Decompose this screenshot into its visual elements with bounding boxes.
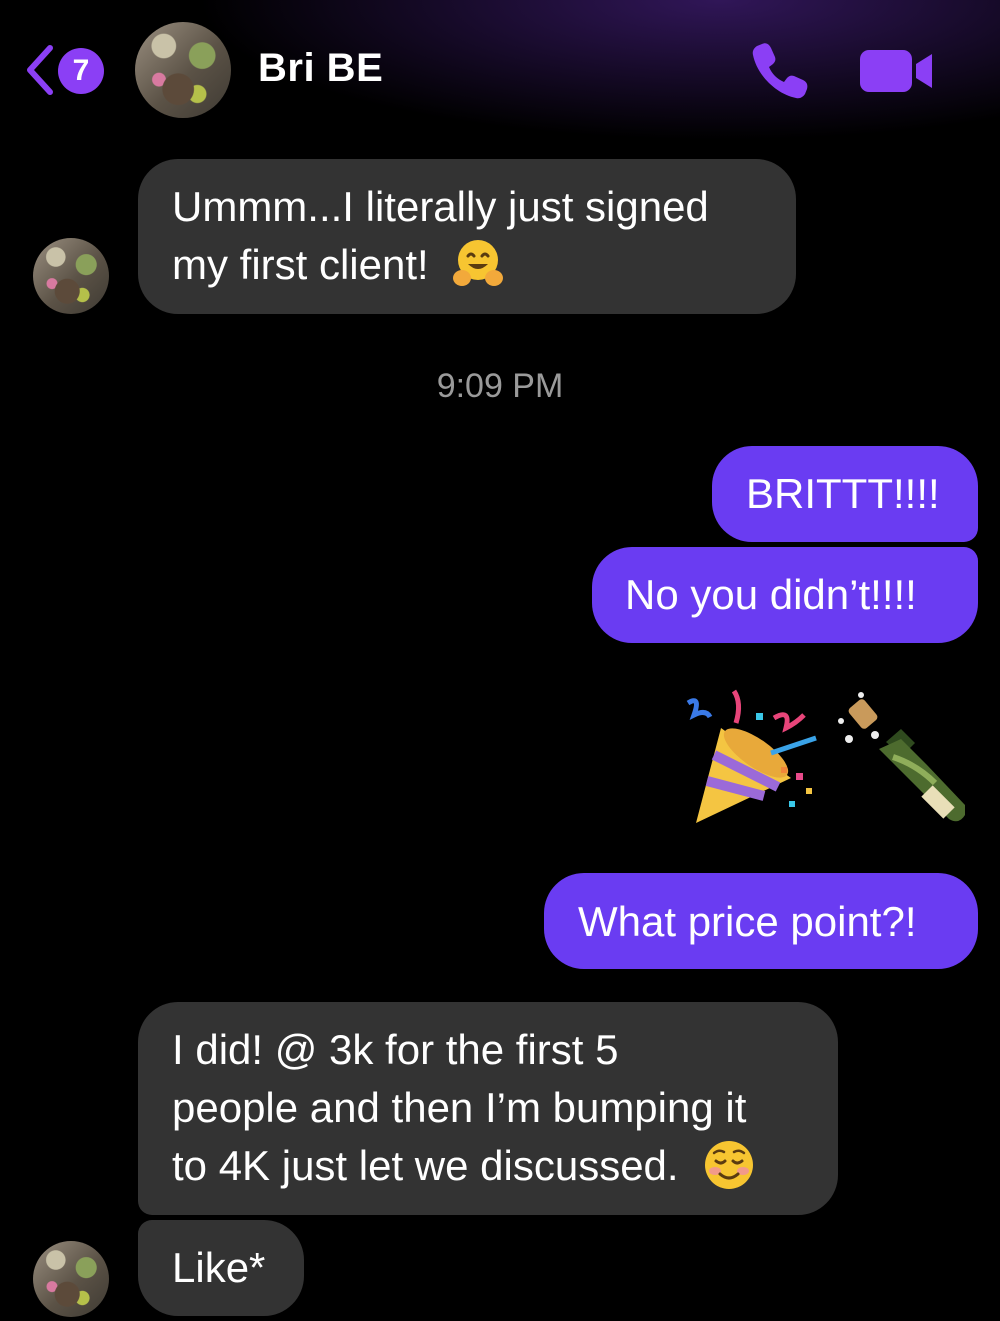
party-popper-icon (686, 689, 817, 823)
back-button[interactable]: 7 (22, 40, 112, 100)
outgoing-message-bubble[interactable]: BRITTT!!!! (712, 446, 978, 542)
contact-name[interactable]: Bri BE (258, 46, 383, 91)
incoming-message-bubble[interactable]: I did! @ 3k for the first 5 people and t… (138, 1002, 838, 1215)
message-timestamp: 9:09 PM (436, 367, 564, 405)
message-text: No you didn’t!!!! (625, 571, 917, 618)
message-text: my first client! (172, 241, 429, 288)
message-text-line: I did! @ 3k for the first 5 (172, 1026, 619, 1073)
sender-avatar[interactable] (33, 1241, 109, 1317)
message-text-line: to 4K just let we discussed. (172, 1137, 838, 1195)
message-text: to 4K just let we discussed. (172, 1142, 679, 1189)
champagne-bottle-icon (838, 692, 965, 822)
message-text: BRITTT!!!! (746, 470, 940, 517)
contact-avatar[interactable] (135, 22, 231, 118)
conversation-header: 7 Bri BE (0, 0, 1000, 140)
incoming-message-bubble[interactable]: Ummm...I literally just signed my first … (138, 159, 796, 314)
smiling-face-emoji-icon (705, 1140, 754, 1189)
phone-call-icon[interactable] (748, 38, 812, 102)
message-text-line: Ummm...I literally just signed (172, 183, 709, 230)
message-text: Like* (172, 1244, 266, 1291)
hugging-face-emoji-icon (453, 239, 504, 286)
outgoing-message-bubble[interactable]: What price point?! (544, 873, 978, 969)
unread-count-badge: 7 (58, 48, 104, 94)
sender-avatar[interactable] (33, 238, 109, 314)
message-text-line: my first client! (172, 236, 796, 294)
chevron-left-icon (27, 45, 53, 95)
incoming-message-bubble[interactable]: Like* (138, 1220, 304, 1316)
video-call-icon[interactable] (858, 46, 934, 96)
outgoing-emoji-message[interactable] (676, 683, 976, 833)
message-text: What price point?! (578, 898, 917, 945)
outgoing-message-bubble[interactable]: No you didn’t!!!! (592, 547, 978, 643)
message-text-line: people and then I’m bumping it (172, 1084, 747, 1131)
